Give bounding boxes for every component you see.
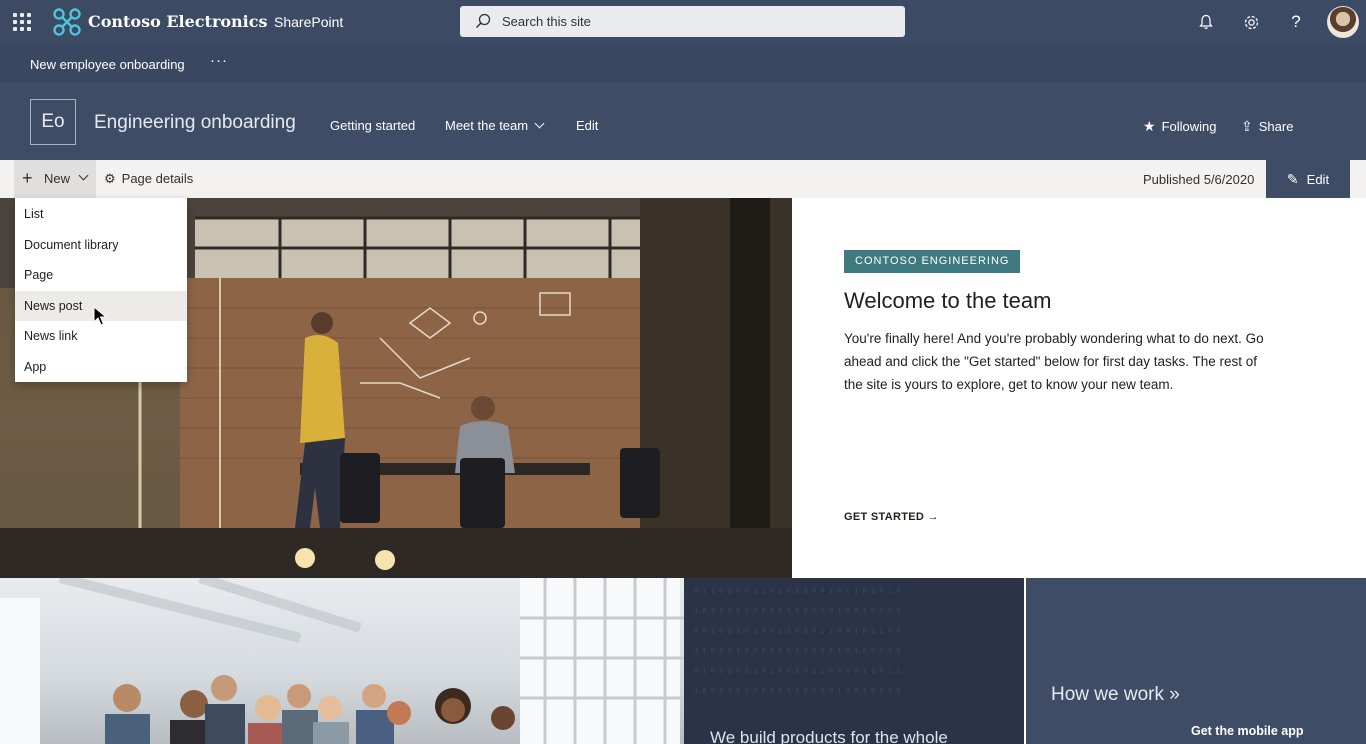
nav-edit-link[interactable]: Edit xyxy=(576,118,598,133)
nav-getting-started[interactable]: Getting started xyxy=(330,118,415,133)
published-status: Published 5/6/2020 xyxy=(1143,172,1255,187)
svg-text:0 0 1 0 1 1 0 1 0 0 1 1 0 1 0: 0 0 1 0 1 1 0 1 0 0 1 1 0 1 0 1 1 0 0 1 … xyxy=(694,627,901,635)
page-details-button[interactable]: ⚙ Page details xyxy=(104,171,193,187)
search-box[interactable]: Search this site xyxy=(460,6,905,37)
search-icon xyxy=(475,13,491,29)
site-title[interactable]: Engineering onboarding xyxy=(94,112,296,134)
gear-icon: ⚙ xyxy=(104,171,116,186)
svg-text:1 0 0 1 1 0 1 0 1 0 0 1 1 0 1: 1 0 0 1 1 0 1 0 1 0 0 1 1 0 1 0 0 1 1 0 … xyxy=(694,687,901,695)
share-label: Share xyxy=(1258,119,1294,134)
edit-page-button[interactable]: ✎ Edit xyxy=(1266,160,1350,198)
user-avatar[interactable] xyxy=(1327,6,1359,38)
nav-meet-the-team-label: Meet the team xyxy=(445,118,529,133)
hero-description: You're finally here! And you're probably… xyxy=(844,331,1264,392)
hero-text-panel: CONTOSO ENGINEERING Welcome to the team … xyxy=(792,198,1366,578)
plus-icon: + xyxy=(22,168,33,188)
chevron-down-icon xyxy=(78,170,89,181)
topic-tag: CONTOSO ENGINEERING xyxy=(844,250,1021,273)
pencil-icon: ✎ xyxy=(1286,170,1299,187)
svg-text:1 0 1 1 0 0 1 0 1 1 0 1 0 0 1: 1 0 1 1 0 0 1 0 1 1 0 1 0 0 1 1 0 1 0 0 … xyxy=(694,607,901,615)
contoso-logo-icon[interactable] xyxy=(52,7,82,37)
notifications-bell-icon[interactable] xyxy=(1195,11,1217,33)
svg-text:0 1 1 0 1 0 0 1 1 0 1 0 1 1 0: 0 1 1 0 1 0 0 1 1 0 1 0 1 1 0 0 1 0 1 1 … xyxy=(694,587,901,595)
new-label: New xyxy=(44,171,71,186)
suite-bar: Contoso Electronics SharePoint Search th… xyxy=(0,0,1366,45)
get-mobile-app-link[interactable]: Get the mobile app xyxy=(1191,724,1304,738)
svg-text:1 1 0 1 0 1 0 0 1 0 1 0 1 1 0: 1 1 0 1 0 1 0 0 1 0 1 0 1 1 0 0 1 1 0 1 … xyxy=(694,647,901,655)
chevron-down-icon xyxy=(534,118,545,129)
share-icon: ⇪ xyxy=(1241,118,1253,134)
site-header: Eo Engineering onboarding Getting starte… xyxy=(0,83,1366,160)
app-launcher-icon[interactable] xyxy=(12,12,32,32)
edit-label: Edit xyxy=(1306,171,1330,187)
menu-item-document-library[interactable]: Document library xyxy=(15,230,187,261)
how-we-work-tile[interactable]: How we work » Get the mobile app xyxy=(1026,578,1366,744)
settings-gear-icon[interactable] xyxy=(1240,11,1262,33)
menu-item-app[interactable]: App xyxy=(15,352,187,383)
new-button[interactable]: + New xyxy=(14,160,96,198)
star-icon: ★ xyxy=(1143,118,1156,134)
search-input[interactable]: Search this site xyxy=(502,14,591,29)
team-photo-tile[interactable] xyxy=(0,578,684,744)
product-name[interactable]: SharePoint xyxy=(274,14,343,30)
hub-site-link[interactable]: New employee onboarding xyxy=(30,57,185,72)
menu-item-page[interactable]: Page xyxy=(15,260,187,291)
hub-more-button[interactable]: ··· xyxy=(210,52,228,69)
mission-tile[interactable]: 0 1 1 0 1 0 0 1 1 0 1 0 1 1 0 0 1 0 1 1 … xyxy=(684,578,1024,744)
command-bar: + New ⚙ Page details Published 5/6/2020 ✎… xyxy=(0,160,1366,198)
help-question-icon[interactable]: ? xyxy=(1285,11,1307,33)
page-details-label: Page details xyxy=(121,171,194,186)
brand-name[interactable]: Contoso Electronics xyxy=(88,12,268,31)
hero-title: Welcome to the team xyxy=(844,288,1052,313)
following-button[interactable]: ★ Following xyxy=(1143,118,1216,135)
share-button[interactable]: ⇪ Share xyxy=(1241,118,1293,135)
nav-meet-the-team[interactable]: Meet the team xyxy=(445,118,545,133)
get-started-link[interactable]: GET STARTED → xyxy=(844,511,939,523)
mouse-cursor-icon xyxy=(93,306,107,326)
how-we-work-link[interactable]: How we work » xyxy=(1051,684,1180,706)
site-logo[interactable]: Eo xyxy=(30,99,76,145)
team-group-illustration xyxy=(0,578,684,744)
menu-item-list[interactable]: List xyxy=(15,199,187,230)
following-label: Following xyxy=(1161,119,1217,134)
svg-text:0 1 0 0 1 0 1 1 0 1 0 0 1 0 1: 0 1 0 0 1 0 1 1 0 1 0 0 1 0 1 1 0 0 1 0 … xyxy=(694,667,901,675)
binary-pattern-background: 0 1 1 0 1 0 0 1 1 0 1 0 1 1 0 0 1 0 1 1 … xyxy=(694,587,901,695)
mission-text: We build products for the whole xyxy=(710,728,948,744)
hub-bar: New employee onboarding ··· xyxy=(0,45,1366,83)
new-dropdown-menu: List Document library Page News post New… xyxy=(15,198,187,382)
